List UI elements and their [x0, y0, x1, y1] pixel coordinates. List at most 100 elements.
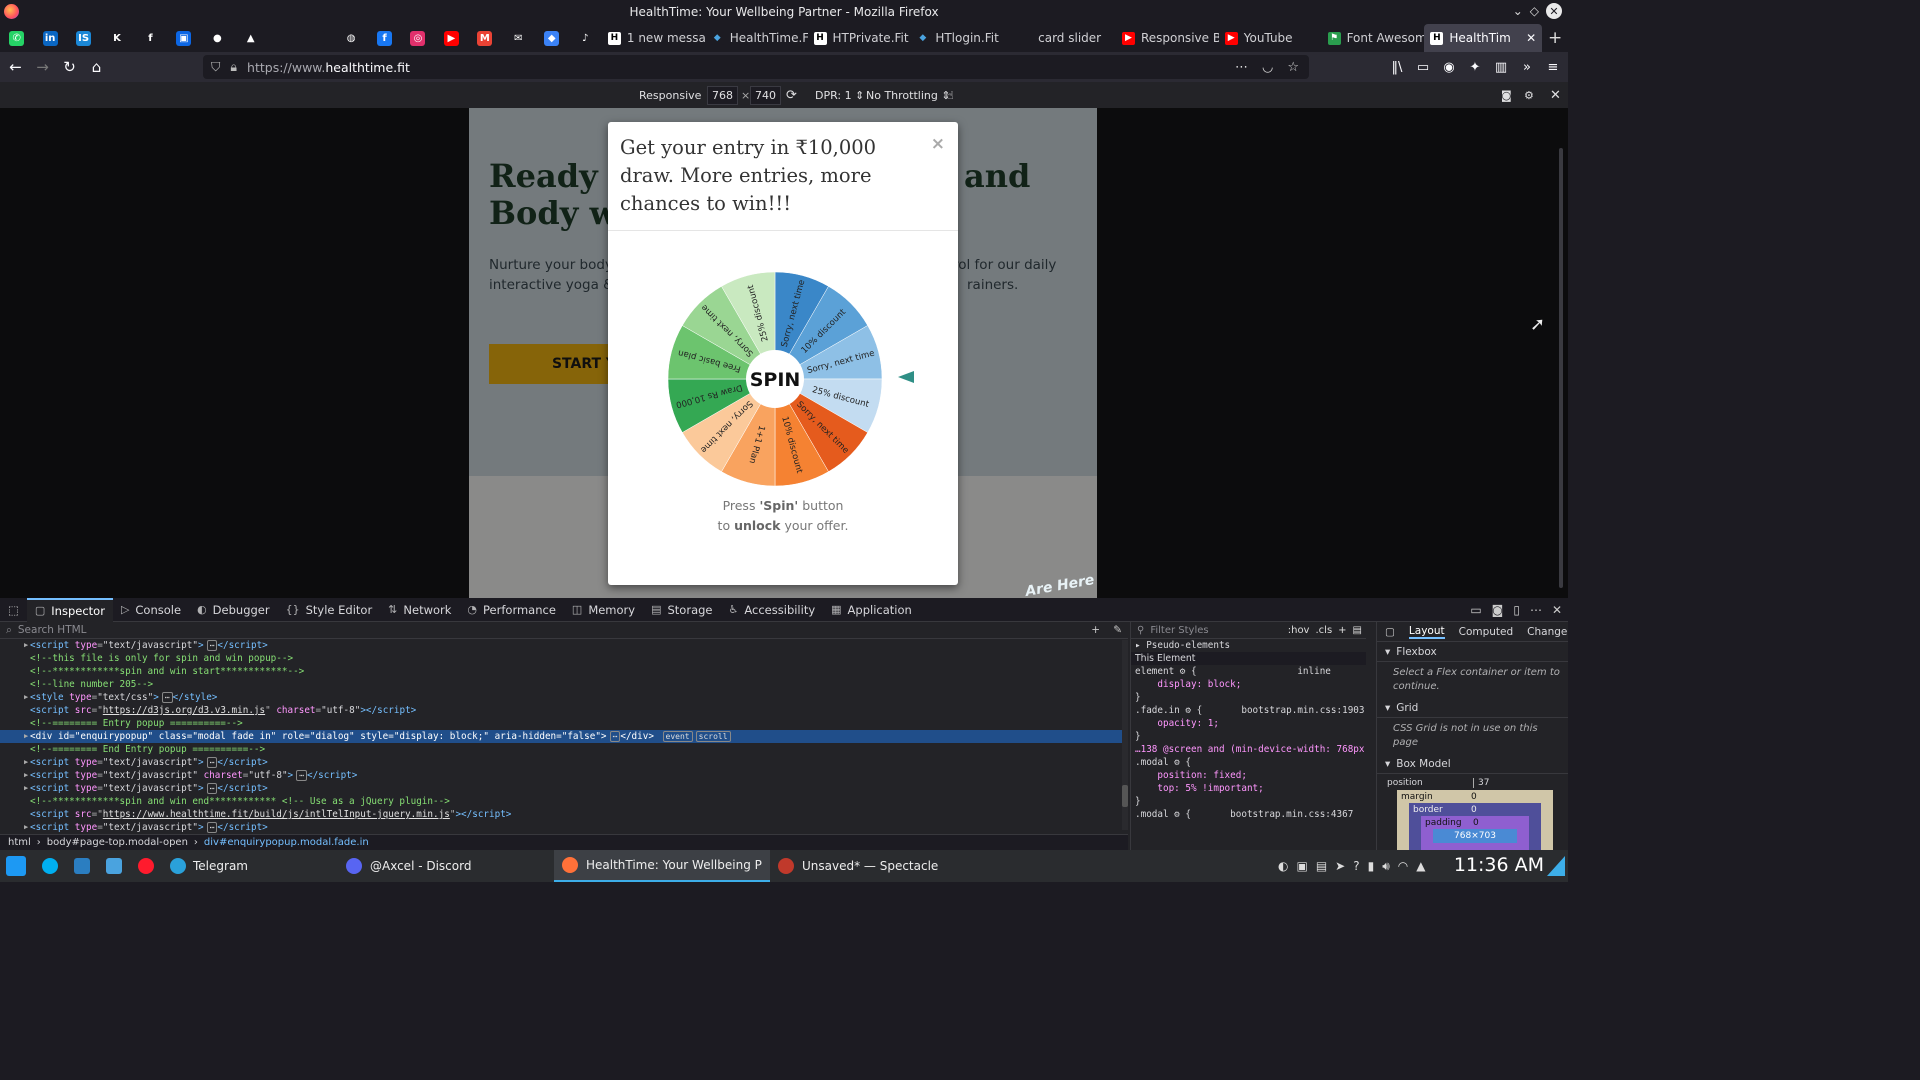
- markup-node[interactable]: ▶ <div id="enquirypopup" class="modal fad…: [0, 730, 1128, 743]
- markup-scroll-thumb[interactable]: [1122, 785, 1128, 807]
- rotate-icon[interactable]: ⟳: [786, 88, 797, 103]
- touch-simulation-icon[interactable]: ☝: [947, 89, 954, 102]
- rule-line[interactable]: top: 5% !important;: [1131, 782, 1366, 795]
- browser-tab[interactable]: ▶ YouTube: [1219, 24, 1322, 52]
- devtools-more-icon[interactable]: ⋯: [1530, 603, 1542, 617]
- padding-box[interactable]: padding 0 768×703: [1421, 816, 1529, 854]
- markup-node[interactable]: <!--======== End Entry popup ==========-…: [0, 743, 1128, 756]
- markup-node[interactable]: <!--************spin and win start******…: [0, 665, 1128, 678]
- browser-tab[interactable]: ▶ Responsive B: [1116, 24, 1219, 52]
- expand-triangle-icon[interactable]: ▶: [24, 756, 28, 769]
- pinned-tab-github[interactable]: ●: [201, 24, 234, 52]
- tab-computed[interactable]: Computed: [1459, 626, 1514, 638]
- breadcrumb-item[interactable]: body#page-top.modal-open: [47, 837, 188, 848]
- rule-line[interactable]: This Element: [1131, 652, 1366, 665]
- devtools-tab-accessibility[interactable]: ♿ Accessibility: [721, 598, 824, 622]
- close-rdm-icon[interactable]: ✕: [1550, 88, 1561, 103]
- rule-line[interactable]: .modal ⚙ {: [1131, 756, 1366, 769]
- clipboard-icon[interactable]: ▤: [1316, 859, 1327, 873]
- skype-icon[interactable]: [34, 850, 66, 882]
- shield-icon[interactable]: ⛉: [211, 59, 220, 75]
- telegram-tray-icon[interactable]: ➤: [1335, 859, 1345, 873]
- pinned-tab-k-app[interactable]: K: [100, 24, 133, 52]
- expand-triangle-icon[interactable]: ▶: [24, 639, 28, 652]
- markup-node[interactable]: ▶ <script type="text/javascript"> ⋯ </scrip…: [0, 639, 1128, 652]
- markup-node[interactable]: <script src="https://www.healthtime.fit/…: [0, 808, 1128, 821]
- show-desktop-icon[interactable]: [1547, 856, 1565, 876]
- expand-triangle-icon[interactable]: ▶: [24, 821, 28, 834]
- taskbar-task[interactable]: HealthTime: Your Wellbeing Partn...: [553, 850, 770, 882]
- browser-tab[interactable]: card slider: [1013, 24, 1116, 52]
- extension-icon[interactable]: ✦: [1466, 60, 1484, 75]
- back-arrow-icon[interactable]: ←: [2, 53, 29, 81]
- close-devtools-icon[interactable]: ✕: [1552, 603, 1562, 617]
- expand-triangle-icon[interactable]: ▶: [24, 769, 28, 782]
- margin-box[interactable]: margin 0 border 0 padding 0 768×703: [1397, 790, 1553, 854]
- pinned-tab-blank-2[interactable]: [301, 24, 334, 52]
- close-tab-icon[interactable]: ✕: [1526, 31, 1536, 45]
- screenshot-node-icon[interactable]: ◙: [1492, 603, 1504, 617]
- wifi-icon[interactable]: ◠: [1398, 859, 1408, 873]
- minimize-icon[interactable]: ⌄: [1513, 4, 1523, 18]
- pinned-tab-facebook[interactable]: f: [368, 24, 401, 52]
- markup-node[interactable]: ▶ <script type="text/javascript"> ⋯ </scrip…: [0, 756, 1128, 769]
- devtools-tab-network[interactable]: ⇅ Network: [380, 598, 459, 622]
- devtools-tab-memory[interactable]: ◫ Memory: [564, 598, 643, 622]
- rule-line[interactable]: element ⚙ { inline: [1131, 665, 1366, 678]
- rule-line[interactable]: …138 @screen and (min-device-width: 768p…: [1131, 743, 1366, 756]
- markup-node[interactable]: ▶ <style type="text/css"> ⋯ </style>: [0, 691, 1128, 704]
- cls-toggle[interactable]: .cls: [1315, 625, 1332, 636]
- eyedropper-icon[interactable]: ✎: [1113, 624, 1122, 636]
- maximize-icon[interactable]: ◇: [1530, 4, 1539, 18]
- markup-node[interactable]: ▶ <script type="text/javascript" charset=…: [0, 769, 1128, 782]
- pick-element-icon[interactable]: ⬚: [0, 603, 27, 617]
- tray-app-icon[interactable]: ▣: [1296, 859, 1307, 873]
- frame-select-icon[interactable]: ▭: [1470, 603, 1481, 617]
- pinned-tab-youtube-pin[interactable]: ▶: [435, 24, 468, 52]
- library-icon[interactable]: ‖\: [1388, 60, 1406, 75]
- search-html-input[interactable]: Search HTML: [18, 624, 87, 636]
- rule-line[interactable]: .fade.in ⚙ { bootstrap.min.css:1903: [1131, 704, 1366, 717]
- markup-search-bar[interactable]: ⌕ Search HTML + ✎: [0, 622, 1128, 639]
- url-bar[interactable]: ⛉ 🔒︎ https://www.healthtime.fit ⋯ ◡ ☆: [203, 55, 1309, 79]
- pinned-tab-whatsapp[interactable]: ✆: [0, 24, 33, 52]
- pocket-icon[interactable]: ◡: [1262, 60, 1273, 75]
- pinned-tab-blank-1[interactable]: [268, 24, 301, 52]
- pinned-tab-tiktok[interactable]: ♪: [568, 24, 601, 52]
- border-box[interactable]: border 0 padding 0 768×703: [1409, 803, 1541, 854]
- discord-tray-icon[interactable]: ◐: [1278, 859, 1288, 873]
- forward-arrow-icon[interactable]: →: [29, 53, 56, 81]
- files-icon[interactable]: [98, 850, 130, 882]
- pinned-tab-drive[interactable]: ▲: [234, 24, 267, 52]
- help-icon[interactable]: ?: [1353, 859, 1359, 873]
- menu-hamburger-icon[interactable]: ≡: [1544, 60, 1562, 75]
- add-node-icon[interactable]: +: [1091, 624, 1100, 636]
- expand-triangle-icon[interactable]: ▶: [24, 730, 28, 743]
- more-tools-icon[interactable]: »: [1518, 60, 1536, 75]
- opera-icon[interactable]: [130, 850, 162, 882]
- lock-icon[interactable]: 🔒︎: [230, 59, 237, 75]
- rule-line[interactable]: }: [1131, 795, 1366, 808]
- markup-node[interactable]: <!--line number 205-->: [0, 678, 1128, 691]
- taskbar-app-telegram[interactable]: Telegram: [162, 850, 256, 882]
- pinned-tab-mail[interactable]: ✉: [502, 24, 535, 52]
- page-actions-icon[interactable]: ⋯: [1235, 60, 1248, 75]
- rule-line[interactable]: opacity: 1;: [1131, 717, 1366, 730]
- pinned-tab-f-app[interactable]: f: [134, 24, 167, 52]
- devtools-tab-inspector[interactable]: ▢ Inspector: [26, 597, 113, 622]
- devtools-tab-console[interactable]: ▷ Console: [113, 598, 189, 622]
- spin-button-label[interactable]: SPIN: [750, 369, 801, 391]
- markup-node[interactable]: <script src="https://d3js.org/d3.v3.min.…: [0, 704, 1128, 717]
- rdm-toggle-icon[interactable]: ▯: [1513, 603, 1520, 617]
- tray-expand-icon[interactable]: ▲: [1416, 859, 1425, 873]
- taskbar-task[interactable]: Unsaved* — Spectacle: [770, 850, 986, 882]
- content-box[interactable]: 768×703: [1433, 829, 1517, 843]
- rule-line[interactable]: .modal ⚙ { bootstrap.min.css:4367: [1131, 808, 1366, 821]
- active-browser-tab[interactable]: H HealthTim ✕: [1424, 24, 1543, 52]
- pinned-tab-diamond[interactable]: ◆: [535, 24, 568, 52]
- devtools-tab-style-editor[interactable]: {} Style Editor: [278, 598, 381, 622]
- markup-node[interactable]: ▶ <script type="text/javascript"> ⋯ </scrip…: [0, 782, 1128, 795]
- breadcrumb-item[interactable]: div#enquirypopup.modal.fade.in: [204, 837, 369, 848]
- throttle-select[interactable]: No Throttling ⇕: [866, 89, 951, 102]
- rule-line[interactable]: position: fixed;: [1131, 769, 1366, 782]
